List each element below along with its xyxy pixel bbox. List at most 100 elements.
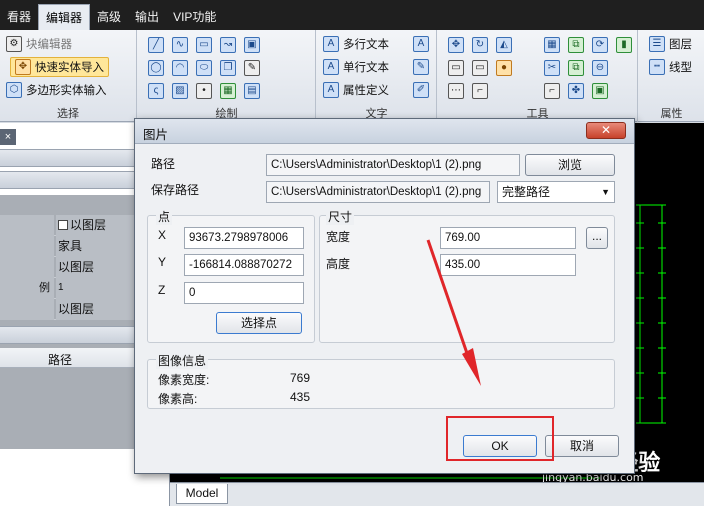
table-icon[interactable]: ▤: [244, 83, 260, 99]
arc-icon[interactable]: ◠: [172, 60, 188, 76]
dots-icon[interactable]: ⋯: [448, 83, 464, 99]
ellipse-icon[interactable]: ⬭: [196, 60, 212, 76]
text-edit-icon[interactable]: ✎: [413, 59, 429, 75]
y-label: Y: [158, 255, 167, 269]
ribbon-group-properties-label: 属性: [660, 108, 683, 120]
layer-state-icon[interactable]: ▮: [616, 37, 632, 53]
text-find-icon[interactable]: ✐: [413, 82, 429, 98]
image-info-title: 图像信息: [156, 352, 209, 369]
insert-block-icon[interactable]: ▣: [244, 37, 260, 53]
save-path-mode-select[interactable]: 完整路径 ▼: [497, 181, 615, 203]
tab-model[interactable]: Model: [176, 484, 228, 504]
layer-button[interactable]: ☰ 图层: [649, 34, 692, 54]
group-icon[interactable]: ⧉: [568, 37, 584, 53]
mtext-label: 多行文本: [343, 39, 389, 51]
mirror-icon[interactable]: ◭: [496, 37, 512, 53]
linetype-button[interactable]: ┅ 线型: [649, 57, 692, 77]
polygon-entity-input-label: 多边形实体输入: [26, 85, 107, 97]
refresh-icon[interactable]: ⟳: [592, 37, 608, 53]
width-field[interactable]: 769.00: [440, 227, 576, 249]
line-icon[interactable]: ╱: [148, 37, 164, 53]
menu-bar: 看器 编辑器 高级 输出 VIP功能: [0, 0, 704, 30]
pen-icon[interactable]: ✎: [244, 60, 260, 76]
rotate-icon[interactable]: ↻: [472, 37, 488, 53]
cancel-button[interactable]: 取消: [545, 435, 619, 457]
property-key: [0, 257, 54, 278]
array-icon[interactable]: ▦: [544, 37, 560, 53]
ok-highlight-box: [446, 416, 554, 461]
dialog-close-button[interactable]: ✕: [586, 122, 626, 139]
stretch-icon[interactable]: ▭: [472, 60, 488, 76]
polygon-icon: ⬡: [6, 82, 22, 98]
copy-icon[interactable]: ❐: [220, 60, 236, 76]
export-icon[interactable]: ▣: [592, 83, 608, 99]
quick-entity-import-button[interactable]: ✥ 快速实体导入: [10, 57, 109, 77]
image-dialog: 图片 ✕ 路径 C:\Users\Administrator\Desktop\1…: [134, 118, 635, 474]
ribbon-group-properties: ☰ 图层 ┅ 线型 属性: [639, 30, 704, 122]
path-field[interactable]: C:\Users\Administrator\Desktop\1 (2).png: [266, 154, 520, 176]
point-icon[interactable]: •: [196, 83, 212, 99]
property-key: [0, 215, 54, 236]
tools-grid: ✥ ↻ ◭ ▦ ⧉ ⟳ ▮ ▭ ▭ ● ✂ ⧉ ⊖ ⋯ ⌐ ⌐ ✤ ▣: [444, 34, 636, 103]
point-group-title: 点: [156, 208, 173, 225]
checkbox-icon[interactable]: [58, 220, 68, 230]
polyline-icon[interactable]: ∿: [172, 37, 188, 53]
path-label: 路径: [151, 157, 176, 171]
cycle-icon[interactable]: ⊖: [592, 60, 608, 76]
ungroup-icon[interactable]: ⧉: [568, 60, 584, 76]
menu-vip[interactable]: VIP功能: [166, 4, 223, 30]
ribbon-group-select-label: 选择: [57, 108, 79, 120]
text-style-icon[interactable]: A: [413, 36, 429, 52]
circle-icon[interactable]: ◯: [148, 60, 164, 76]
chamfer-icon[interactable]: ⌐: [544, 83, 560, 99]
height-field[interactable]: 435.00: [440, 254, 576, 276]
x-field[interactable]: 93673.2798978006: [184, 227, 304, 249]
color-icon[interactable]: ●: [496, 60, 512, 76]
attdef-button[interactable]: A 属性定义: [323, 80, 389, 100]
path-column-label: 路径: [48, 353, 73, 367]
image-info-group: 图像信息 像素宽度: 769 像素高: 435: [147, 352, 615, 409]
settings-icon[interactable]: ✤: [568, 83, 584, 99]
size-group: 尺寸 宽度 769.00 ... 高度 435.00: [319, 208, 615, 343]
polygon-entity-input-button[interactable]: ⬡ 多边形实体输入: [6, 80, 107, 100]
text-icon: A: [323, 59, 339, 75]
pixel-width-label: 像素宽度:: [158, 373, 210, 387]
layout-tabs: Model: [170, 482, 704, 506]
block-editor-label: 块编辑器: [26, 39, 72, 51]
erase-icon[interactable]: ▭: [448, 60, 464, 76]
block-editor-button[interactable]: ⚙ 块编辑器: [6, 34, 72, 54]
text-button[interactable]: A 单行文本: [323, 57, 389, 77]
trim-icon[interactable]: ✂: [544, 60, 560, 76]
spline-icon[interactable]: ↝: [220, 37, 236, 53]
hatch-icon[interactable]: ▨: [172, 83, 188, 99]
layer-label: 图层: [669, 39, 692, 51]
y-field[interactable]: -166814.088870272: [184, 254, 304, 276]
fillet-icon[interactable]: ⌐: [472, 83, 488, 99]
chevron-down-icon: ▼: [601, 187, 610, 197]
menu-advanced[interactable]: 高级: [90, 4, 128, 30]
move-icon[interactable]: ✥: [448, 37, 464, 53]
pixel-width-value: 769: [290, 371, 311, 385]
menu-viewer[interactable]: 看器: [0, 4, 38, 30]
pixel-height-label: 像素高:: [158, 392, 198, 406]
text-label: 单行文本: [343, 62, 389, 74]
browse-button[interactable]: 浏览: [525, 154, 615, 176]
rectangle-icon[interactable]: ▭: [196, 37, 212, 53]
mtext-button[interactable]: A 多行文本: [323, 34, 389, 54]
linetype-icon: ┅: [649, 59, 665, 75]
image-icon[interactable]: ▦: [220, 83, 236, 99]
attdef-label: 属性定义: [343, 85, 389, 97]
layer-icon: ☰: [649, 36, 665, 52]
size-group-title: 尺寸: [326, 208, 355, 225]
more-button[interactable]: ...: [586, 227, 608, 249]
z-field[interactable]: 0: [184, 282, 304, 304]
curve-icon[interactable]: ς: [148, 83, 164, 99]
panel-close-icon[interactable]: ×: [0, 129, 16, 145]
menu-output[interactable]: 输出: [128, 4, 166, 30]
menu-editor[interactable]: 编辑器: [38, 4, 91, 30]
block-editor-icon: ⚙: [6, 36, 22, 52]
select-point-button[interactable]: 选择点: [216, 312, 302, 334]
save-path-field[interactable]: C:\Users\Administrator\Desktop\1 (2).png: [266, 181, 490, 203]
property-key: [0, 299, 54, 320]
width-label: 宽度: [326, 230, 351, 244]
